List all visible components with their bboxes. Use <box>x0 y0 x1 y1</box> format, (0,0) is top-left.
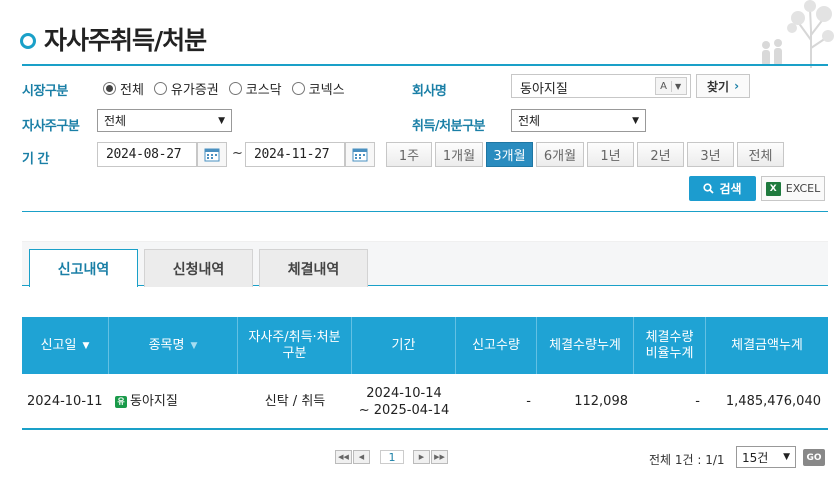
cell-stock-name[interactable]: 유 동아지질 <box>109 375 238 428</box>
col-period: 기간 <box>352 317 456 374</box>
page-size-select[interactable]: 15건 ▼ <box>736 446 796 468</box>
chevron-down-icon: ▼ <box>783 452 790 462</box>
action-type-select[interactable]: 전체 ▼ <box>511 109 646 132</box>
sort-down-icon: ▼ <box>82 340 90 351</box>
caret-down-icon: ▼ <box>675 81 682 91</box>
title-ring-icon <box>20 33 36 49</box>
period-all-button[interactable]: 전체 <box>737 142 784 167</box>
col-report-qty: 신고수량 <box>456 317 537 374</box>
period-1-month-button[interactable]: 1개월 <box>435 142 483 167</box>
col-type: 자사주/취득·처분 구분 <box>238 317 352 374</box>
go-button[interactable]: GO <box>803 449 825 466</box>
market-radio-kospi[interactable]: 유가증권 <box>153 79 219 98</box>
radio-checked-icon <box>103 82 116 95</box>
cell-exec-qty: 112,098 <box>574 394 628 409</box>
cell-exec-amount: 1,485,476,040 <box>725 394 821 409</box>
chevron-down-icon: ▼ <box>632 115 639 126</box>
period-quick-buttons: 1주 1개월 3개월 6개월 1년 2년 3년 전체 <box>386 142 787 167</box>
start-calendar-button[interactable] <box>197 142 227 167</box>
col-exec-ratio: 체결수량 비율누계 <box>634 317 706 374</box>
period-label: 기 간 <box>22 152 49 167</box>
market-radio-group: 전체 유가증권 코스닥 코넥스 <box>103 79 355 98</box>
page-number-button[interactable]: 1 <box>380 450 404 464</box>
cell-exec-ratio: - <box>695 394 700 409</box>
treasury-type-select[interactable]: 전체 ▼ <box>97 109 232 132</box>
market-radio-all[interactable]: 전체 <box>103 79 144 98</box>
tab-bar <box>22 241 828 286</box>
period-3-year-button[interactable]: 3년 <box>687 142 734 167</box>
market-radio-konex[interactable]: 코넥스 <box>291 79 345 98</box>
total-count: 전체 1건 : 1/1 <box>649 453 725 467</box>
end-date-input[interactable]: 2024-11-27 <box>245 142 345 167</box>
double-chevron-right-icon: ▶▶ <box>434 453 445 461</box>
sort-down-icon: ▼ <box>190 340 198 351</box>
col-report-date[interactable]: 신고일 ▼ <box>22 317 109 374</box>
chevron-right-icon: › <box>734 79 740 93</box>
period-1-year-button[interactable]: 1년 <box>587 142 634 167</box>
calendar-icon <box>352 148 368 162</box>
calendar-icon <box>204 148 220 162</box>
autocomplete-toggle[interactable]: A ▼ <box>655 77 687 95</box>
page-header: 자사주취득/처분 <box>20 22 207 56</box>
search-icon <box>703 183 715 194</box>
double-chevron-left-icon: ◀◀ <box>338 453 349 461</box>
filter-divider <box>22 211 828 212</box>
tab-baseline <box>22 285 828 286</box>
radio-unchecked-icon <box>228 82 242 95</box>
cell-report-qty: - <box>526 394 531 409</box>
col-stock-name[interactable]: 종목명 ▼ <box>109 317 238 374</box>
period-6-month-button[interactable]: 6개월 <box>536 142 584 167</box>
date-range-separator: ~ <box>232 146 243 161</box>
action-type-label: 취득/처분구분 <box>412 119 486 134</box>
tab-execution-history[interactable]: 체결내역 <box>259 249 368 287</box>
end-calendar-button[interactable] <box>345 142 375 167</box>
chevron-down-icon: ▼ <box>218 115 225 126</box>
header-divider <box>22 64 828 66</box>
table-header: 신고일 ▼ 종목명 ▼ 자사주/취득·처분 구분 기간 신고수량 체결수량누계 체결… <box>22 317 828 374</box>
find-company-button[interactable]: 찾기 › <box>696 74 750 98</box>
start-date-input[interactable]: 2024-08-27 <box>97 142 197 167</box>
period-1-week-button[interactable]: 1주 <box>386 142 432 167</box>
radio-unchecked-icon <box>153 82 167 95</box>
excel-icon: X <box>765 181 781 196</box>
cell-period: 2024-10-14 ~ 2025-04-14 <box>358 385 450 418</box>
kospi-badge-icon: 유 <box>115 395 127 408</box>
tab-report-history[interactable]: 신고내역 <box>29 249 138 287</box>
chevron-left-icon: ◀ <box>358 453 365 461</box>
radio-unchecked-icon <box>291 82 305 95</box>
excel-download-button[interactable]: X EXCEL <box>761 176 825 201</box>
market-label: 시장구분 <box>22 84 68 99</box>
first-page-button[interactable]: ◀◀ <box>335 450 352 464</box>
page-title: 자사주취득/처분 <box>44 26 207 55</box>
cell-report-date: 2024-10-11 <box>27 394 103 409</box>
period-3-month-button[interactable]: 3개월 <box>486 142 533 167</box>
chevron-right-icon: ▶ <box>418 453 425 461</box>
cell-type: 신탁 / 취득 <box>264 394 326 409</box>
prev-page-button[interactable]: ◀ <box>353 450 370 464</box>
decorative-tree-icon <box>762 0 834 68</box>
market-radio-kosdaq[interactable]: 코스닥 <box>228 79 282 98</box>
tab-request-history[interactable]: 신청내역 <box>144 249 253 287</box>
period-2-year-button[interactable]: 2년 <box>637 142 684 167</box>
treasury-type-label: 자사주구분 <box>22 119 80 134</box>
last-page-button[interactable]: ▶▶ <box>431 450 448 464</box>
col-exec-qty: 체결수량누계 <box>537 317 634 374</box>
search-button[interactable]: 검색 <box>689 176 756 201</box>
next-page-button[interactable]: ▶ <box>413 450 430 464</box>
table-row: 2024-10-11 유 동아지질 신탁 / 취득 2024-10-14 ~ 2… <box>22 375 828 430</box>
company-label: 회사명 <box>412 84 447 99</box>
pagination: ◀◀ ◀ 1 ▶ ▶▶ <box>335 450 449 464</box>
col-exec-amount: 체결금액누계 <box>731 337 803 353</box>
